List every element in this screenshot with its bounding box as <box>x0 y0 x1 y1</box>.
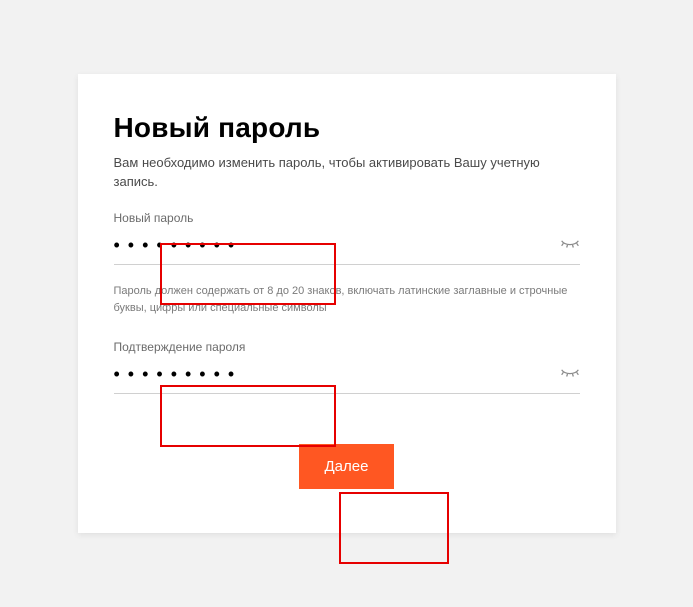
password-hint: Пароль должен содержать от 8 до 20 знако… <box>114 283 580 316</box>
page-title: Новый пароль <box>114 112 580 144</box>
submit-button[interactable]: Далее <box>299 444 395 489</box>
new-password-input[interactable] <box>114 231 552 258</box>
new-password-field-group: Новый пароль <box>114 211 580 265</box>
eye-closed-icon[interactable] <box>560 238 580 252</box>
confirm-password-input[interactable] <box>114 360 552 387</box>
password-reset-card: Новый пароль Вам необходимо изменить пар… <box>78 74 616 534</box>
confirm-password-field-group: Подтверждение пароля <box>114 340 580 394</box>
page-subtitle: Вам необходимо изменить пароль, чтобы ак… <box>114 154 580 192</box>
new-password-label: Новый пароль <box>114 211 580 225</box>
confirm-password-label: Подтверждение пароля <box>114 340 580 354</box>
eye-closed-icon[interactable] <box>560 367 580 381</box>
